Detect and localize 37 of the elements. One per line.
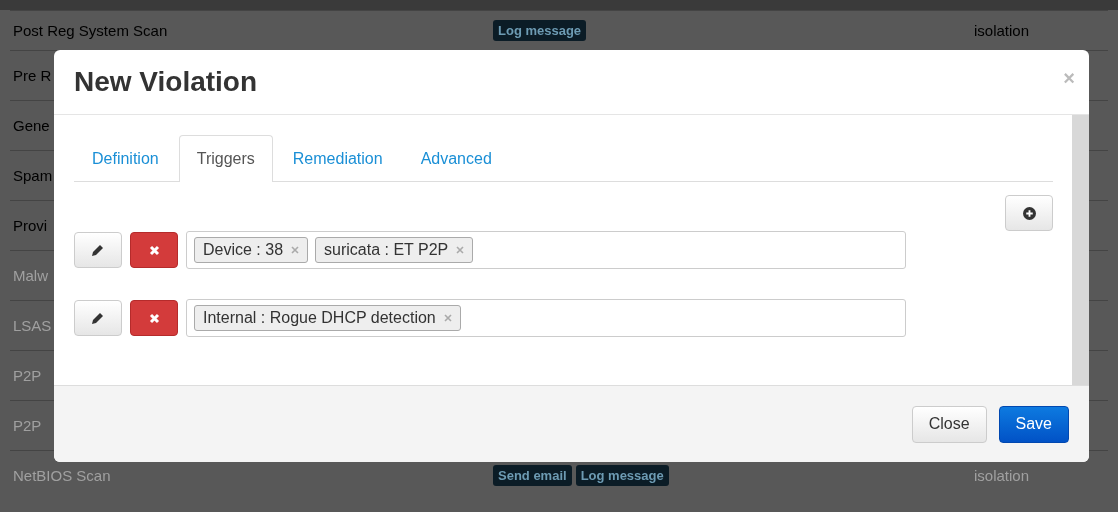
tab[interactable]: Definition [74, 135, 177, 182]
edit-button[interactable] [74, 300, 122, 336]
tag-label: suricata : ET P2P [324, 241, 449, 259]
tab[interactable]: Advanced [402, 135, 510, 182]
action-label: Log message [493, 20, 587, 41]
pencil-icon [91, 243, 105, 257]
tab[interactable]: Remediation [274, 135, 401, 182]
add-button[interactable] [1005, 195, 1053, 231]
modal-title: New Violation [74, 66, 258, 98]
close-icon [148, 312, 160, 324]
violation-type: isolation [973, 467, 1029, 484]
pencil-icon [91, 311, 105, 325]
tag-label: Internal : Rogue DHCP detection [203, 309, 436, 327]
violation-name: P2P [13, 367, 42, 384]
close-icon [148, 244, 160, 256]
violation-name: Spam [13, 167, 53, 184]
tab[interactable]: Triggers [178, 135, 273, 182]
close-button[interactable]: Close [911, 405, 987, 443]
tag-input-field[interactable]: Internal : Rogue DHCP detection [186, 299, 906, 337]
scrollbar[interactable] [1072, 115, 1089, 385]
violation-name: Post Reg System Scan [13, 22, 168, 39]
tag-label: Device : 38 [203, 241, 284, 259]
delete-button[interactable] [130, 300, 178, 336]
violation-name: LSAS [13, 317, 52, 334]
plus-circle-icon [1022, 206, 1036, 220]
violation-name: P2P [13, 417, 42, 434]
violation-type: isolation [973, 22, 1029, 39]
violation-name: Pre R [13, 67, 52, 84]
delete-button[interactable] [130, 232, 178, 268]
violation-name: NetBIOS Scan [13, 467, 111, 484]
save-button[interactable]: Save [998, 405, 1069, 443]
action-label: Send email [493, 465, 572, 486]
violation-name: Gene [13, 117, 50, 134]
action-label: Log message [575, 465, 669, 486]
violation-name: Malw [13, 267, 48, 284]
violation-name: Provi [13, 217, 48, 234]
edit-button[interactable] [74, 232, 122, 268]
